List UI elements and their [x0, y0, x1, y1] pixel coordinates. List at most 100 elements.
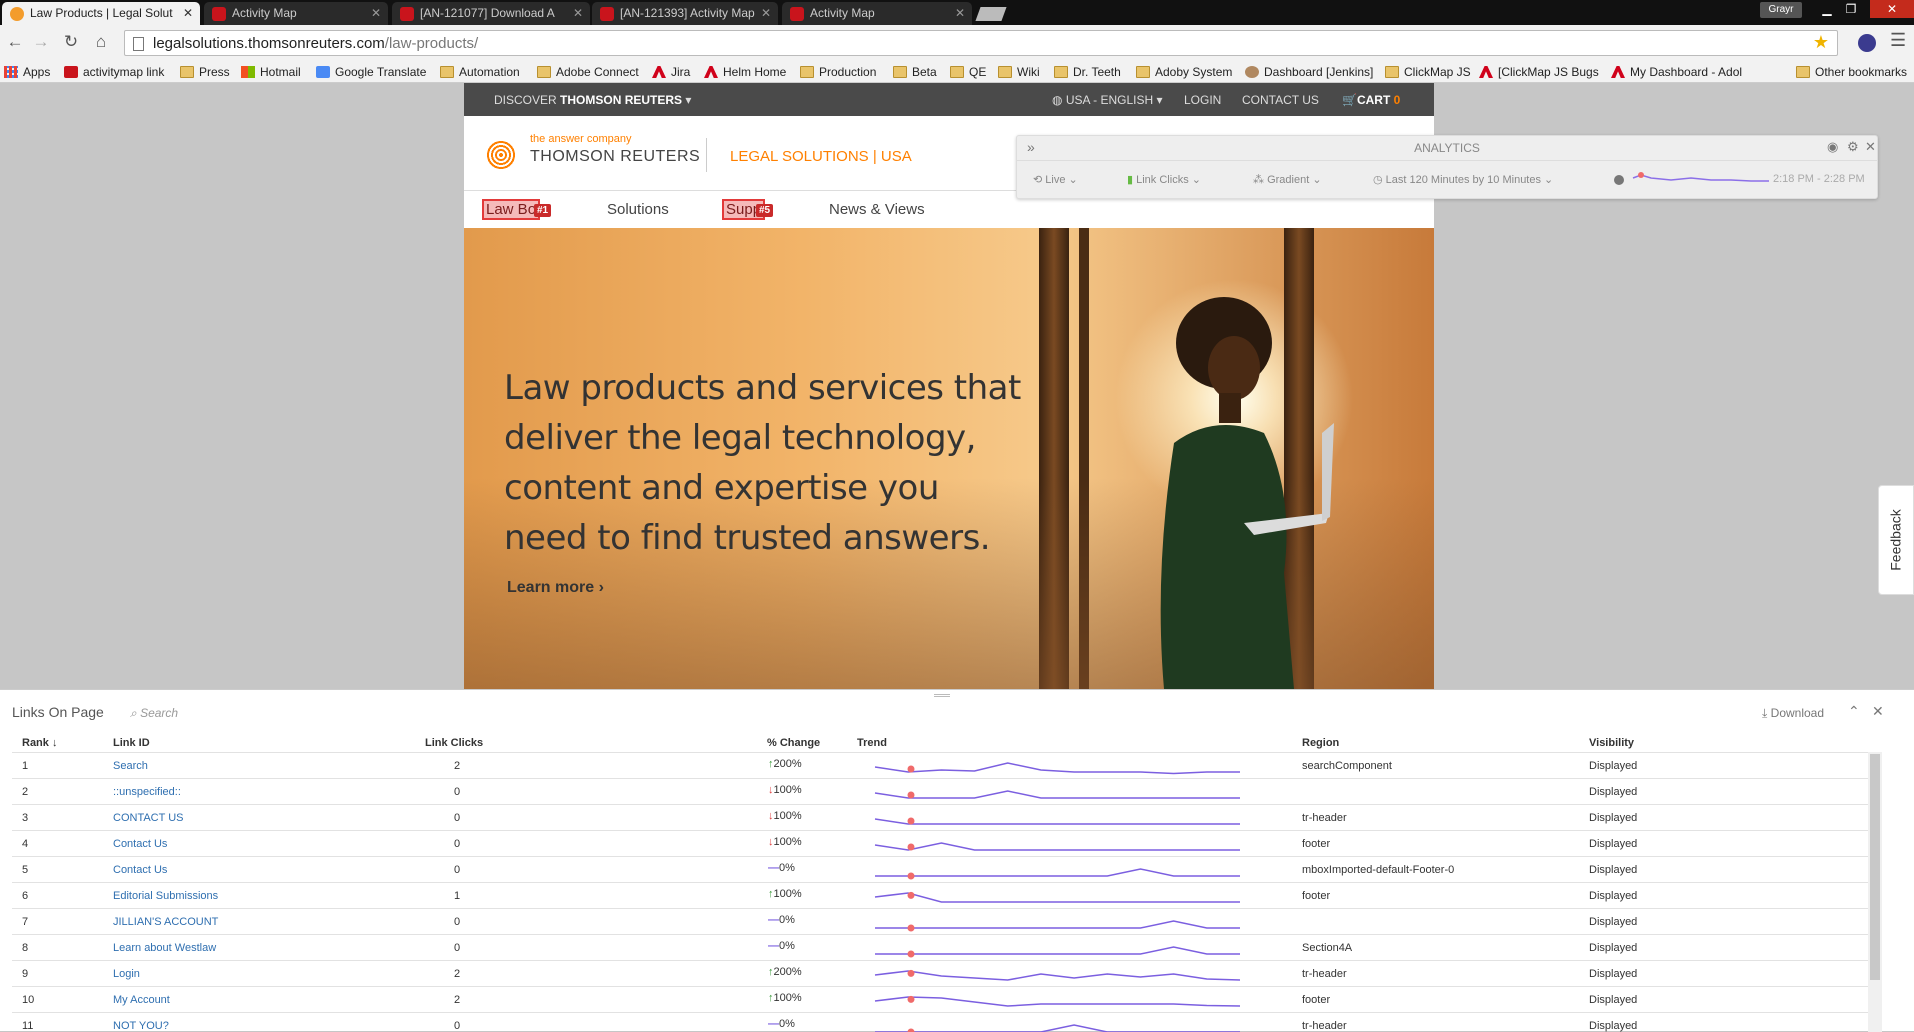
feedback-tab[interactable]: Feedback	[1878, 485, 1914, 595]
bookmark-item[interactable]: Production	[800, 65, 876, 79]
bookmark-star-icon[interactable]: ★	[1813, 32, 1829, 53]
nav-news-views[interactable]: News & Views	[829, 201, 925, 218]
link-id-cell[interactable]: CONTACT US	[113, 812, 184, 824]
resize-handle[interactable]	[934, 694, 950, 697]
col-visibility[interactable]: Visibility	[1589, 737, 1634, 749]
bookmark-item[interactable]: Wiki	[998, 65, 1040, 79]
bookmark-item[interactable]: QE	[950, 65, 986, 79]
address-bar[interactable]: legalsolutions.thomsonreuters.com/law-pr…	[124, 30, 1838, 56]
home-icon[interactable]: ⌂	[90, 31, 112, 53]
link-id-cell[interactable]: ::unspecified::	[113, 786, 181, 798]
close-tab-icon[interactable]: ✕	[955, 6, 965, 20]
brand-name[interactable]: THOMSON REUTERS	[530, 148, 700, 166]
close-icon[interactable]: ✕	[1865, 139, 1876, 155]
section-name[interactable]: LEGAL SOLUTIONS | USA	[730, 148, 912, 165]
gear-icon[interactable]: ⚙	[1847, 139, 1859, 155]
rank-badge: #1	[534, 204, 551, 217]
nav-law-books[interactable]: Law Bo	[484, 201, 538, 218]
extension-icon[interactable]	[1858, 34, 1876, 52]
link-id-cell[interactable]: NOT YOU?	[113, 1020, 169, 1032]
browser-tab[interactable]: [AN-121077] Download A ✕	[392, 2, 590, 25]
timeline-sparkline[interactable]	[1611, 168, 1771, 188]
table-row[interactable]: 3CONTACT US0↓100%tr-headerDisplayed	[12, 804, 1872, 830]
table-row[interactable]: 10My Account2↑100%footerDisplayed	[12, 986, 1872, 1012]
bookmark-item[interactable]: Automation	[440, 65, 520, 79]
link-id-cell[interactable]: Contact Us	[113, 864, 167, 876]
table-row[interactable]: 8Learn about Westlaw0—0%Section4ADisplay…	[12, 934, 1872, 960]
table-row[interactable]: 5Contact Us0—0%mboxImported-default-Foot…	[12, 856, 1872, 882]
table-scrollbar[interactable]	[1868, 752, 1882, 1032]
collapse-up-icon[interactable]: ⌃	[1848, 703, 1860, 720]
discover-menu[interactable]: DISCOVER THOMSON REUTERS ▾	[494, 93, 691, 107]
close-tab-icon[interactable]: ✕	[183, 6, 193, 20]
cart-link[interactable]: 🛒CART 0	[1342, 93, 1400, 107]
locale-selector[interactable]: ◍ USA - ENGLISH ▾	[1052, 93, 1163, 107]
table-row[interactable]: 9Login2↑200%tr-headerDisplayed	[12, 960, 1872, 986]
restore-icon[interactable]: ❐	[1836, 0, 1866, 18]
back-icon[interactable]: ←	[4, 31, 26, 53]
bookmark-item[interactable]: Press	[180, 65, 230, 79]
bookmark-item[interactable]: Hotmail	[241, 65, 301, 79]
close-tab-icon[interactable]: ✕	[573, 6, 583, 20]
bookmark-item[interactable]: Dr. Teeth	[1054, 65, 1121, 79]
nav-solutions[interactable]: Solutions	[607, 201, 669, 218]
link-id-cell[interactable]: Login	[113, 968, 140, 980]
browser-tab[interactable]: Activity Map ✕	[782, 2, 972, 25]
login-link[interactable]: LOGIN	[1184, 93, 1221, 107]
link-id-cell[interactable]: Search	[113, 760, 148, 772]
time-range-dropdown[interactable]: ◷ Last 120 Minutes by 10 Minutes ⌄	[1373, 173, 1553, 186]
display-dropdown[interactable]: ⁂ Gradient ⌄	[1253, 173, 1322, 186]
thomson-reuters-logo-icon[interactable]	[486, 140, 516, 170]
browser-tab[interactable]: Activity Map ✕	[204, 2, 388, 25]
table-row[interactable]: 4Contact Us0↓100%footerDisplayed	[12, 830, 1872, 856]
mode-dropdown[interactable]: ⟲ Live ⌄	[1033, 173, 1078, 186]
profile-name[interactable]: Grayr	[1760, 2, 1802, 18]
close-tab-icon[interactable]: ✕	[371, 6, 381, 20]
col-rank[interactable]: Rank ↓	[22, 737, 57, 749]
download-button[interactable]: ⤓ Download	[1762, 706, 1824, 721]
table-row[interactable]: 6Editorial Submissions1↑100%footerDispla…	[12, 882, 1872, 908]
col-change[interactable]: % Change	[767, 737, 820, 749]
browser-menu-icon[interactable]: ☰	[1890, 30, 1906, 51]
link-id-cell[interactable]: Contact Us	[113, 838, 167, 850]
eye-icon[interactable]: ◉	[1827, 139, 1838, 155]
link-id-cell[interactable]: My Account	[113, 994, 170, 1006]
bookmark-other[interactable]: Other bookmarks	[1796, 65, 1907, 79]
contact-us-link[interactable]: CONTACT US	[1242, 93, 1319, 107]
reload-icon[interactable]: ↻	[60, 31, 82, 53]
bookmark-item[interactable]: Adoby System	[1136, 65, 1232, 79]
browser-tab[interactable]: Law Products | Legal Solut ✕	[2, 2, 200, 25]
new-tab-button[interactable]	[975, 7, 1006, 21]
metric-dropdown[interactable]: ▮ Link Clicks ⌄	[1127, 173, 1201, 186]
bookmark-item[interactable]: Helm Home	[704, 65, 786, 79]
panel-search[interactable]: ⌕ Search	[130, 706, 178, 721]
bookmark-item[interactable]: Google Translate	[316, 65, 426, 79]
browser-tab[interactable]: [AN-121393] Activity Map ✕	[592, 2, 778, 25]
bookmark-item[interactable]: Beta	[893, 65, 937, 79]
forward-icon[interactable]: →	[30, 31, 52, 53]
window-close-icon[interactable]: ✕	[1870, 0, 1914, 18]
learn-more-link[interactable]: Learn more ›	[507, 579, 604, 597]
bookmark-item[interactable]: My Dashboard - Adol	[1611, 65, 1742, 79]
col-link-id[interactable]: Link ID	[113, 737, 150, 749]
bookmark-item[interactable]: Jira	[652, 65, 690, 79]
table-row[interactable]: 11NOT YOU?0—0%tr-headerDisplayed	[12, 1012, 1872, 1032]
col-region[interactable]: Region	[1302, 737, 1339, 749]
table-row[interactable]: 2::unspecified::0↓100%Displayed	[12, 778, 1872, 804]
panel-close-icon[interactable]: ✕	[1872, 703, 1884, 720]
bookmark-item[interactable]: Adobe Connect	[537, 65, 639, 79]
col-link-clicks[interactable]: Link Clicks	[425, 737, 483, 749]
table-row[interactable]: 7JILLIAN'S ACCOUNT0—0%Displayed	[12, 908, 1872, 934]
bookmark-apps[interactable]: Apps	[4, 65, 50, 79]
close-tab-icon[interactable]: ✕	[761, 6, 771, 20]
timeline-handle[interactable]	[1614, 175, 1624, 185]
link-id-cell[interactable]: Editorial Submissions	[113, 890, 218, 902]
bookmark-item[interactable]: Dashboard [Jenkins]	[1245, 65, 1373, 79]
scrollbar-thumb[interactable]	[1870, 754, 1880, 980]
table-row[interactable]: 1Search2↑200%searchComponentDisplayed	[12, 752, 1872, 778]
link-id-cell[interactable]: Learn about Westlaw	[113, 942, 216, 954]
bookmark-item[interactable]: [ClickMap JS Bugs	[1479, 65, 1599, 79]
link-id-cell[interactable]: JILLIAN'S ACCOUNT	[113, 916, 218, 928]
bookmark-item[interactable]: ClickMap JS	[1385, 65, 1471, 79]
bookmark-item[interactable]: activitymap link	[64, 65, 164, 79]
